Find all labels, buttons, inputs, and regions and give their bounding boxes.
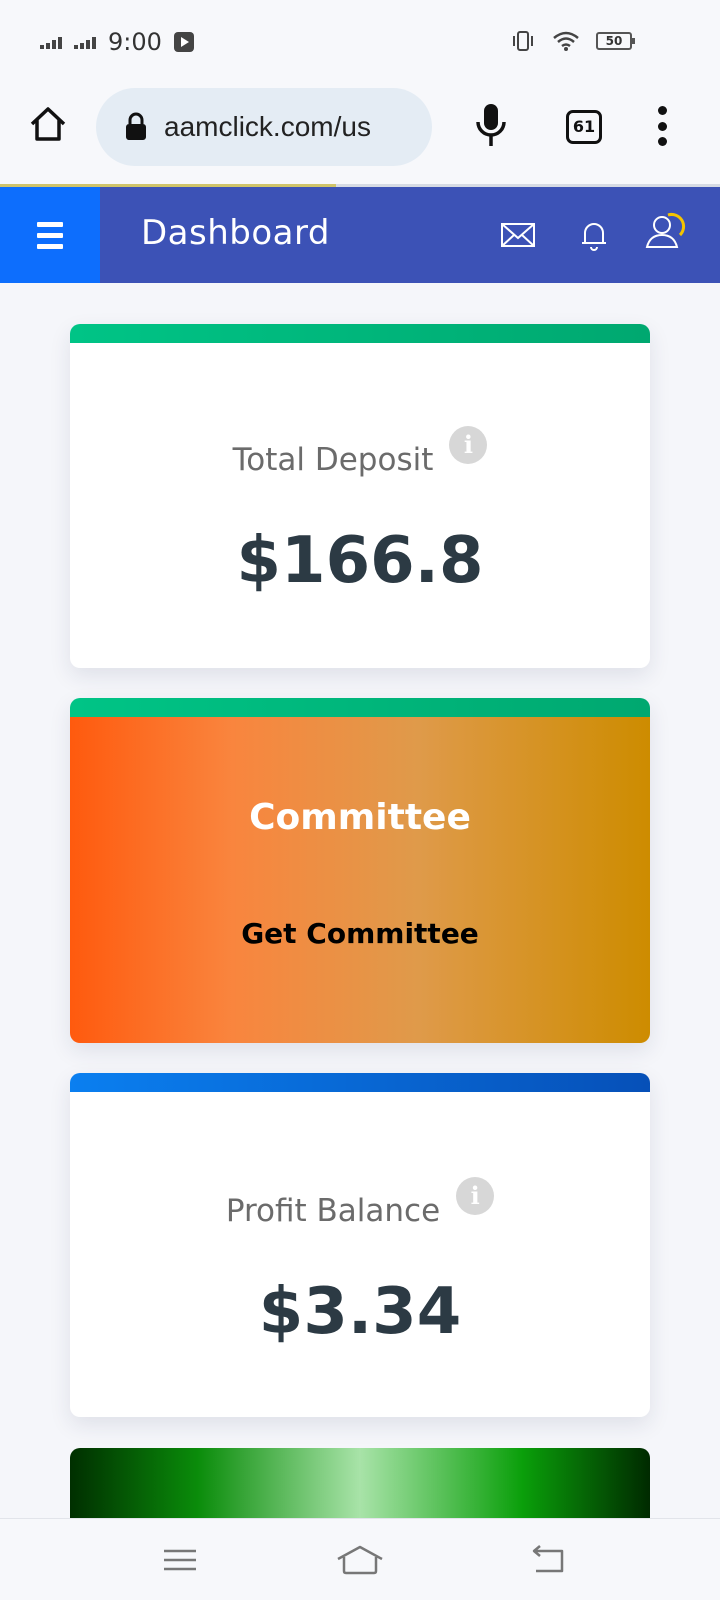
menu-icon[interactable] [0,187,100,283]
page-title: Dashboard [141,213,330,253]
more-icon[interactable] [656,106,668,146]
user-icon[interactable] [644,211,686,251]
profit-balance-value: $3.34 [258,1275,462,1349]
info-icon[interactable]: i [449,426,488,464]
card-accent-bar [70,698,650,717]
lock-icon [126,112,146,140]
mail-icon[interactable] [500,217,536,253]
status-time: 9:00 [108,28,162,56]
browser-toolbar: aamclick.com/us 61 [0,86,720,184]
battery-icon: 50 [596,32,635,50]
status-bar: 9:00 50 [0,0,720,86]
info-icon[interactable]: i [456,1177,495,1215]
get-committee-link[interactable]: Get Committee [70,917,650,950]
profit-balance-label: Profit Balance [225,1193,441,1229]
profit-balance-card: Profit Balance i $3.34 [70,1073,650,1417]
system-nav-bar [0,1518,720,1600]
recent-apps-icon[interactable] [160,1543,200,1577]
committee-card: Committee Get Committee [70,698,650,1043]
address-bar[interactable]: aamclick.com/us [96,88,432,166]
committee-title: Committee [249,797,471,838]
card-accent-bar [70,324,650,343]
card-accent-bar [70,1073,650,1092]
signal-icon [40,35,62,49]
vibrate-icon [513,31,533,51]
home-icon[interactable] [28,104,68,144]
bell-icon[interactable] [576,217,612,253]
tabs-icon[interactable]: 61 [566,110,602,144]
url-text: aamclick.com/us [164,111,371,142]
back-icon[interactable] [528,1543,568,1577]
mic-icon[interactable] [474,102,508,148]
total-deposit-value: $166.8 [236,524,484,598]
total-deposit-card: Total Deposit i $166.8 [70,324,650,668]
youtube-icon [173,32,194,52]
home-nav-icon[interactable] [336,1543,384,1577]
app-header: Dashboard [0,187,720,283]
wifi-icon [553,31,579,51]
total-deposit-label: Total Deposit [232,442,434,478]
signal-icon [74,35,96,49]
